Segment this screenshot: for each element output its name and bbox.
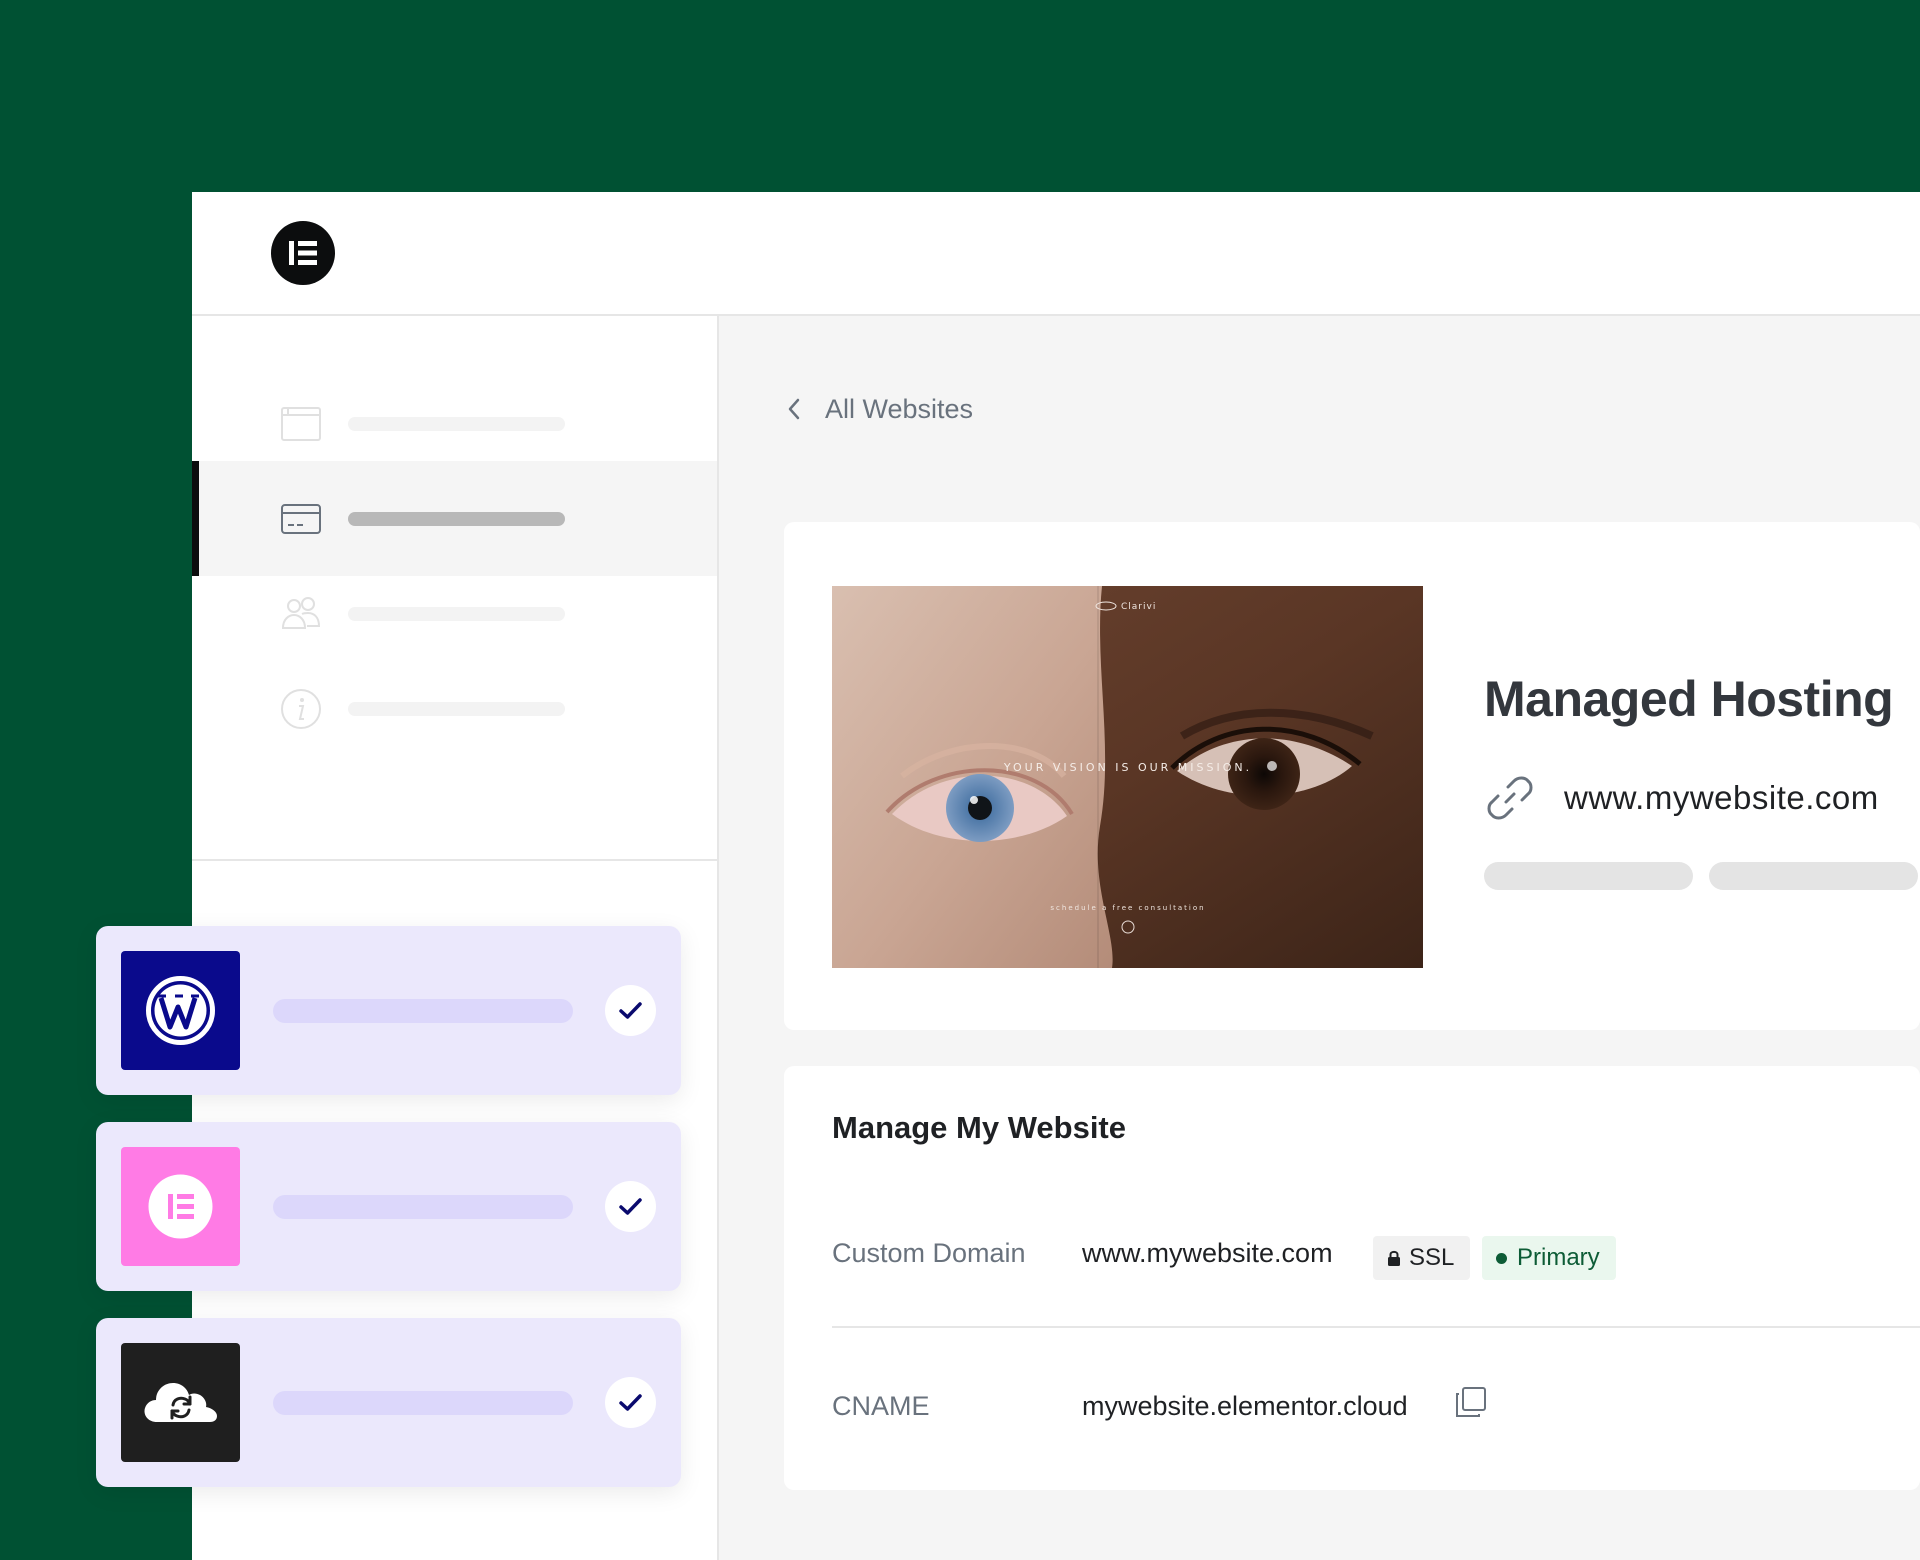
integration-card-wordpress[interactable]: [96, 926, 681, 1095]
back-link-label: All Websites: [825, 393, 974, 424]
primary-badge: Primary: [1482, 1236, 1616, 1280]
lock-icon: [1388, 1250, 1400, 1266]
cname-label: CNAME: [832, 1391, 930, 1421]
site-url-row[interactable]: www.mywebsite.com: [1484, 772, 1879, 824]
custom-domain-label: Custom Domain: [832, 1238, 1026, 1268]
primary-badge-label: Primary: [1517, 1244, 1600, 1271]
users-icon: [281, 597, 321, 629]
elementor-icon: [121, 1147, 240, 1266]
checkmark-icon: [605, 1181, 656, 1232]
integration-card-elementor[interactable]: [96, 1122, 681, 1291]
browser-window-icon: [281, 407, 321, 441]
main-content: All Websites Clarivi YOUR VISION IS OUR …: [719, 316, 1920, 1560]
integration-card-cloud[interactable]: [96, 1318, 681, 1487]
integration-label-placeholder: [273, 999, 573, 1023]
ssl-badge-label: SSL: [1409, 1244, 1455, 1271]
preview-cta: schedule a free consultation: [1050, 904, 1205, 912]
back-link[interactable]: All Websites: [787, 384, 973, 434]
site-title: Managed Hosting: [1484, 671, 1894, 727]
cloud-sync-icon: [121, 1343, 240, 1462]
site-url: www.mywebsite.com: [1564, 779, 1879, 816]
placeholder-pill: [1709, 862, 1918, 890]
sidebar-item-label-placeholder: [348, 512, 565, 526]
cname-value[interactable]: mywebsite.elementor.cloud: [1082, 1391, 1408, 1422]
info-icon: [281, 689, 321, 729]
section-title: Manage My Website: [832, 1110, 1127, 1145]
checkmark-icon: [605, 1377, 656, 1428]
website-card: Clarivi YOUR VISION IS OUR MISSION. sche…: [784, 522, 1920, 1030]
copy-icon[interactable]: [1454, 1385, 1488, 1419]
placeholder-pill: [1484, 862, 1693, 890]
sidebar-item-label-placeholder: [348, 417, 565, 431]
preview-headline: YOUR VISION IS OUR MISSION.: [1003, 761, 1252, 774]
status-dot-icon: [1496, 1252, 1507, 1264]
row-divider: [832, 1326, 1920, 1328]
manage-website-card: Manage My Website Custom Domain www.mywe…: [784, 1066, 1920, 1490]
website-preview-image[interactable]: Clarivi YOUR VISION IS OUR MISSION. sche…: [832, 586, 1423, 968]
sidebar-item-label-placeholder: [348, 607, 565, 621]
checkmark-icon: [605, 985, 656, 1036]
top-bar: [192, 192, 1920, 316]
sidebar-item-info[interactable]: [192, 651, 717, 766]
link-icon: [1487, 776, 1533, 820]
sidebar-divider: [192, 859, 717, 861]
integration-label-placeholder: [273, 1195, 573, 1219]
credit-card-icon: [281, 504, 321, 534]
elementor-logo-icon[interactable]: [271, 221, 335, 285]
svg-text:Clarivi: Clarivi: [1121, 602, 1156, 612]
sidebar-item-label-placeholder: [348, 702, 565, 716]
integration-label-placeholder: [273, 1391, 573, 1415]
ssl-badge: SSL: [1373, 1236, 1471, 1280]
chevron-left-icon: [788, 398, 800, 420]
custom-domain-value[interactable]: www.mywebsite.com: [1082, 1238, 1333, 1269]
wordpress-icon: [121, 951, 240, 1070]
